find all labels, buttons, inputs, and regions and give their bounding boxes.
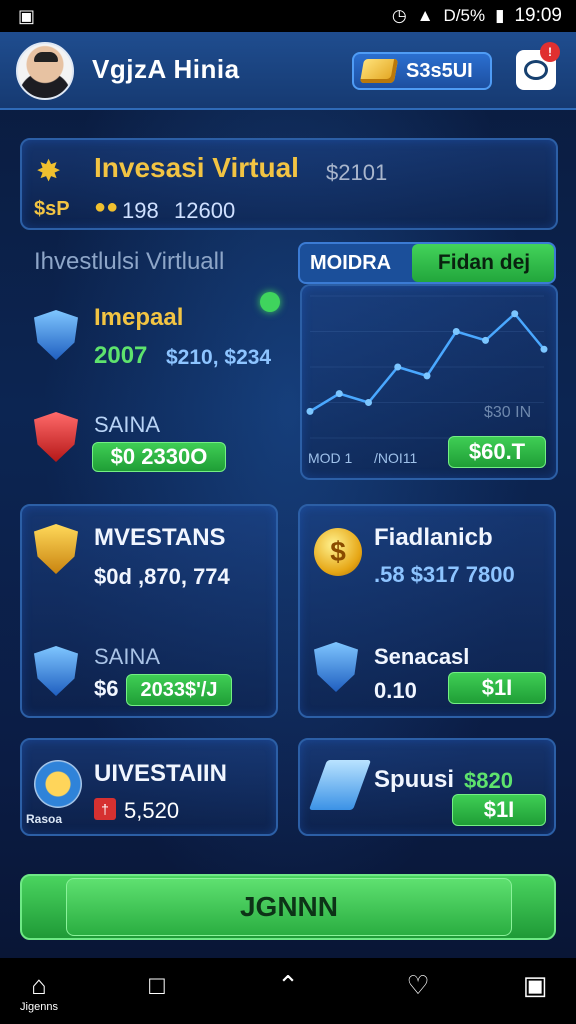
- house-outline-icon: ⌃: [277, 970, 299, 1000]
- portfolio-summary-panel[interactable]: ✸ Invesasi Virtual $2101 $sP ●● 198 1260…: [20, 138, 558, 230]
- flag-icon: [308, 760, 372, 810]
- panel-sub-total: 12600: [174, 198, 236, 223]
- header-bar: Vgjz​A Hinia S3s5UI !: [0, 32, 576, 110]
- card-title: Fiadlanicb: [374, 524, 493, 551]
- card-amount-small: 0.10: [374, 678, 417, 703]
- card-title: MVESTANS: [94, 524, 226, 551]
- tab-bar: MOIDRA Fidan dej: [298, 242, 556, 284]
- card-value-button[interactable]: 2033$'/J: [126, 674, 232, 706]
- chart-corner-label: $30 IN: [484, 404, 532, 421]
- card-amount: $0d ,870, 774: [94, 564, 230, 589]
- panel-title: Invesasi Virtual: [94, 152, 299, 183]
- item-title: SAINA: [94, 412, 161, 437]
- chart-point: [423, 372, 431, 380]
- nav-home-label: Jigenns: [20, 1001, 58, 1013]
- chart-panel: $30 IN MOD 1 /NOI11 $60.T: [300, 284, 558, 480]
- square-icon: ▣: [522, 970, 548, 1000]
- nav-menu[interactable]: ▣: [510, 970, 560, 1016]
- wolf-shield-icon: [34, 646, 78, 696]
- card-title: Spuusi: [374, 766, 455, 793]
- blue-shield-icon: [34, 310, 78, 360]
- chart-point: [335, 390, 343, 398]
- item-year: 2007: [94, 342, 148, 369]
- nav-home[interactable]: ⌂ Jigenns: [14, 970, 64, 1016]
- bottom-nav: ⌂ Jigenns □ ⌃ ♡ ▣: [0, 958, 576, 1024]
- chat-square-icon: □: [149, 970, 165, 1000]
- nav-chat[interactable]: □: [132, 970, 182, 1016]
- chart-point: [482, 336, 489, 344]
- spuusi-card[interactable]: Spuusi $820 $1I: [298, 738, 556, 836]
- card-title: UIVESTAIIN: [94, 760, 227, 787]
- card-amount: $820: [464, 768, 513, 793]
- battery-icon: ▮: [495, 6, 505, 25]
- alarm-icon: ◷: [391, 6, 407, 25]
- panel-amount: $2101: [326, 160, 388, 185]
- chart-point: [540, 345, 548, 353]
- investment-list-panel: Imepaal 2007 $210, $234 SAINA $0 2330O: [22, 290, 280, 480]
- section-title: Ihvestlulsi Virtluall: [34, 248, 225, 275]
- chart-series-line: [309, 311, 545, 413]
- red-shield-icon: [34, 412, 78, 462]
- dollar-coin-icon: $: [314, 528, 362, 576]
- card-amount-prefix: $6: [94, 676, 119, 701]
- chat-icon: [524, 60, 548, 80]
- home-icon: ⌂: [31, 970, 47, 1000]
- clock: 19:09: [514, 5, 562, 26]
- chart-point: [394, 363, 402, 371]
- gold-shield-icon: [34, 524, 78, 574]
- username: Vgjz​A Hinia: [92, 54, 240, 84]
- panel-sub-label: $sP: [34, 198, 70, 220]
- financial-card[interactable]: $ Fiadlanicb .58 $317 7800 Senacasl 0.10…: [298, 504, 556, 718]
- coin-balance-button[interactable]: S3s5UI: [352, 52, 492, 90]
- gold-bars-icon: [359, 59, 399, 83]
- item-title: Imepaal: [94, 304, 184, 331]
- card-subtitle: SAINA: [94, 644, 161, 669]
- battery-text: D/5%: [443, 6, 486, 25]
- signal-icon: ▲: [416, 6, 434, 25]
- card-value-button[interactable]: $1I: [452, 794, 546, 826]
- red-badge-icon: †: [94, 798, 116, 820]
- chart-x-label: /NOI11: [374, 450, 418, 466]
- status-icons: ◷ ▲ D/5% ▮ 19:09: [392, 5, 562, 27]
- dollar-shield-icon: [314, 642, 358, 692]
- chart-point: [511, 310, 519, 318]
- chart-point: [452, 328, 460, 335]
- card-value-button[interactable]: $1I: [448, 672, 546, 704]
- nav-house[interactable]: ⌃: [263, 970, 313, 1016]
- camera-icon: ▣: [18, 6, 36, 26]
- card-subtitle: Senacasl: [374, 644, 470, 669]
- panel-sub-value: 198: [122, 198, 159, 223]
- coin-balance: S3s5UI: [406, 59, 473, 82]
- item-value-button[interactable]: $0 2330O: [92, 442, 226, 472]
- target-coin-icon: [34, 760, 82, 808]
- card-amount: .58 $317 7800: [374, 562, 515, 587]
- nav-favorites[interactable]: ♡: [393, 970, 443, 1016]
- money-plant-icon: ✸: [36, 155, 62, 188]
- online-indicator-icon: [260, 292, 280, 312]
- notification-button[interactable]: !: [516, 42, 560, 90]
- chart-x-label: MOD 1: [308, 450, 353, 466]
- join-button-frame[interactable]: JGNNN: [20, 874, 556, 940]
- card-amount: 5,520: [124, 798, 180, 823]
- investors-card[interactable]: MVESTANS $0d ,870, 774 SAINA $6 2033$'/J: [20, 504, 278, 718]
- status-bar: ▣ ◷ ▲ D/5% ▮ 19:09: [0, 0, 576, 32]
- avatar[interactable]: [16, 42, 74, 100]
- chart-point: [306, 407, 314, 415]
- notification-badge: !: [540, 42, 560, 62]
- chart-point: [365, 399, 372, 406]
- coins-icon: ●●: [94, 196, 119, 218]
- card-sub-label: Rasoa: [26, 812, 63, 826]
- investment-card[interactable]: UIVESTAIIN Rasoa † 5,520: [20, 738, 278, 836]
- join-button[interactable]: JGNNN: [66, 878, 512, 936]
- item-amount: $210, $234: [166, 346, 272, 369]
- chart-value-button[interactable]: $60.T: [448, 436, 546, 468]
- tab-modra[interactable]: MOIDRA: [300, 244, 412, 282]
- tab-fidan[interactable]: Fidan dej: [412, 244, 554, 282]
- heart-icon: ♡: [406, 970, 430, 1000]
